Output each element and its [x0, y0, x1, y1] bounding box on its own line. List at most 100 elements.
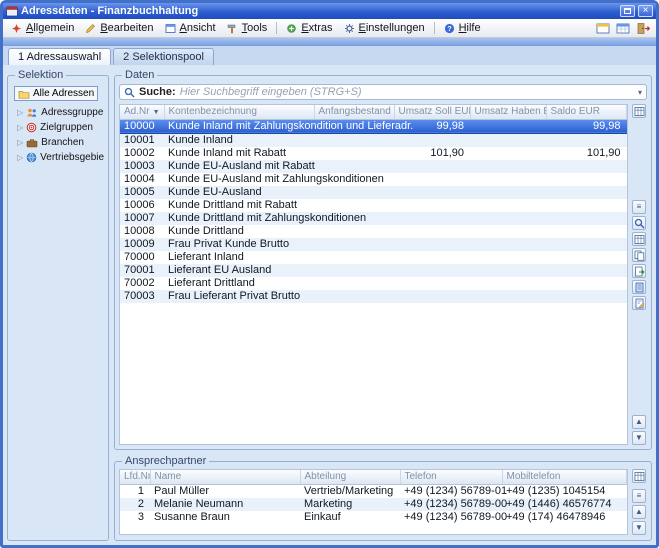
- menu-tools[interactable]: Tools: [222, 21, 273, 35]
- move-down-button[interactable]: ▼: [632, 521, 646, 535]
- col-header-kontenbezeichnung[interactable]: Kontenbezeichnung: [164, 105, 314, 119]
- tree-node-vertriebsgebiete[interactable]: ▷ Vertriebsgebiete: [12, 150, 104, 165]
- menu-ansicht[interactable]: Ansicht: [160, 21, 221, 35]
- cell-kontenbezeichnung: Kunde Inland mit Rabatt: [164, 147, 314, 160]
- tree-node-zielgruppen[interactable]: ▷ Zielgruppen: [12, 120, 104, 135]
- col-header-umsatz-soll[interactable]: Umsatz Soll EUR: [394, 105, 470, 119]
- account-row[interactable]: 10005 Kunde EU-Ausland: [120, 186, 627, 199]
- search-options-icon[interactable]: ▾: [638, 88, 642, 97]
- column-chooser-button[interactable]: [632, 104, 646, 118]
- expand-arrow-icon[interactable]: ▷: [17, 138, 23, 147]
- account-row[interactable]: 10000 Kunde Inland mit Zahlungskondition…: [120, 119, 627, 133]
- cell-umsatz-soll: [394, 133, 470, 147]
- cell-adnr: 10009: [120, 238, 164, 251]
- expand-arrow-icon[interactable]: ▷: [17, 108, 23, 117]
- contact-row[interactable]: 3 Susanne Braun Einkauf +49 (1234) 56789…: [120, 511, 627, 524]
- cell-adnr: 10006: [120, 199, 164, 212]
- cell-abteilung: Einkauf: [300, 511, 400, 524]
- move-up-button[interactable]: ▲: [632, 415, 646, 429]
- cell-umsatz-haben: [470, 238, 546, 251]
- menu-allgemein[interactable]: Allgemein: [6, 21, 79, 35]
- tab-adressauswahl[interactable]: 1 Adressauswahl: [8, 48, 111, 65]
- account-row[interactable]: 10006 Kunde Drittland mit Rabatt: [120, 199, 627, 212]
- search-icon: [124, 87, 135, 98]
- tree-node-branchen[interactable]: ▷ Branchen: [12, 135, 104, 150]
- menu-bearbeiten[interactable]: Bearbeiten: [80, 21, 158, 35]
- move-up-button[interactable]: ▲: [632, 505, 646, 519]
- cell-saldo: [546, 160, 627, 173]
- search-input[interactable]: [180, 86, 634, 98]
- new-document-button[interactable]: [632, 280, 646, 294]
- account-row[interactable]: 10001 Kunde Inland: [120, 133, 627, 147]
- copy-button[interactable]: [632, 248, 646, 262]
- col-header-adnr[interactable]: Ad.Nr▼: [120, 105, 164, 119]
- col-header-mobiltelefon[interactable]: Mobiltelefon: [502, 470, 627, 484]
- cell-anfangsbestand: [314, 264, 394, 277]
- options-menu-button[interactable]: ≡: [632, 200, 646, 214]
- cell-abteilung: Marketing: [300, 498, 400, 511]
- cell-telefon: +49 (1234) 56789-01: [400, 484, 502, 498]
- cell-umsatz-haben: [470, 212, 546, 225]
- menu-extras[interactable]: Extras: [281, 21, 337, 35]
- column-chooser-button[interactable]: [632, 469, 646, 483]
- cell-adnr: 10000: [120, 119, 164, 133]
- ansprechpartner-title: Ansprechpartner: [122, 455, 209, 467]
- account-row[interactable]: 70001 Lieferant EU Ausland: [120, 264, 627, 277]
- contact-row[interactable]: 1 Paul Müller Vertrieb/Marketing +49 (12…: [120, 484, 627, 498]
- options-menu-button[interactable]: ≡: [632, 489, 646, 503]
- col-header-abteilung[interactable]: Abteilung: [300, 470, 400, 484]
- menu-einstellungen[interactable]: Einstellungen: [339, 21, 430, 35]
- cell-adnr: 10008: [120, 225, 164, 238]
- account-row[interactable]: 10007 Kunde Drittland mit Zahlungskondit…: [120, 212, 627, 225]
- account-row[interactable]: 10008 Kunde Drittland: [120, 225, 627, 238]
- ansprechpartner-panel: Ansprechpartner Lfd.Nr. Name Abteilung T…: [114, 455, 652, 541]
- col-header-anfangsbestand[interactable]: Anfangsbestand EUR: [314, 105, 394, 119]
- account-row[interactable]: 70000 Lieferant Inland: [120, 251, 627, 264]
- account-row[interactable]: 10003 Kunde EU-Ausland mit Rabatt: [120, 160, 627, 173]
- cell-umsatz-soll: [394, 212, 470, 225]
- briefcase-icon: [26, 138, 38, 148]
- overview-window-icon[interactable]: [594, 20, 613, 36]
- col-header-name[interactable]: Name: [150, 470, 300, 484]
- cell-anfangsbestand: [314, 277, 394, 290]
- contact-row[interactable]: 2 Melanie Neumann Marketing +49 (1234) 5…: [120, 498, 627, 511]
- expand-arrow-icon[interactable]: ▷: [17, 123, 23, 132]
- allgemein-icon: [11, 23, 22, 34]
- account-row[interactable]: 70003 Frau Lieferant Privat Brutto: [120, 290, 627, 303]
- col-header-lfdnr[interactable]: Lfd.Nr.: [120, 470, 150, 484]
- cell-umsatz-haben: [470, 225, 546, 238]
- grid-view-button[interactable]: [632, 232, 646, 246]
- zoom-button[interactable]: [632, 216, 646, 230]
- menu-hilfe[interactable]: ? Hilfe: [439, 21, 486, 35]
- col-header-telefon[interactable]: Telefon: [400, 470, 502, 484]
- export-button[interactable]: [632, 264, 646, 278]
- accounts-table: Ad.Nr▼ Kontenbezeichnung Anfangsbestand …: [119, 104, 628, 445]
- account-row[interactable]: 10002 Kunde Inland mit Rabatt 101,90 101…: [120, 147, 627, 160]
- move-down-button[interactable]: ▼: [632, 431, 646, 445]
- cell-umsatz-soll: [394, 225, 470, 238]
- cell-kontenbezeichnung: Lieferant Drittland: [164, 277, 314, 290]
- tree-node-adressgruppen[interactable]: ▷ Adressgruppen: [12, 105, 104, 120]
- account-row[interactable]: 10009 Frau Privat Kunde Brutto: [120, 238, 627, 251]
- cell-adnr: 10004: [120, 173, 164, 186]
- edit-document-button[interactable]: [632, 296, 646, 310]
- cell-umsatz-soll: [394, 173, 470, 186]
- maximize-button[interactable]: [620, 5, 635, 17]
- menu-icon: ≡: [637, 492, 642, 500]
- table-window-icon[interactable]: [614, 20, 633, 36]
- expand-arrow-icon[interactable]: ▷: [17, 153, 23, 162]
- tab-selektionspool[interactable]: 2 Selektionspool: [113, 48, 214, 65]
- cell-mobiltelefon: +49 (1235) 1045154: [502, 484, 627, 498]
- cell-adnr: 70001: [120, 264, 164, 277]
- account-row[interactable]: 10004 Kunde EU-Ausland mit Zahlungskondi…: [120, 173, 627, 186]
- tree-node-alle-adressen[interactable]: Alle Adressen: [14, 86, 98, 101]
- col-header-saldo[interactable]: Saldo EUR: [546, 105, 627, 119]
- menu-icon: ≡: [637, 203, 642, 211]
- col-header-umsatz-haben[interactable]: Umsatz Haben EUR: [470, 105, 546, 119]
- contacts-tool-strip: ≡ ▲ ▼: [631, 469, 647, 535]
- account-row[interactable]: 70002 Lieferant Drittland: [120, 277, 627, 290]
- exit-door-icon[interactable]: [634, 20, 653, 36]
- cell-kontenbezeichnung: Kunde EU-Ausland mit Rabatt: [164, 160, 314, 173]
- close-button[interactable]: ×: [638, 5, 653, 17]
- window-view-icon: [165, 23, 176, 34]
